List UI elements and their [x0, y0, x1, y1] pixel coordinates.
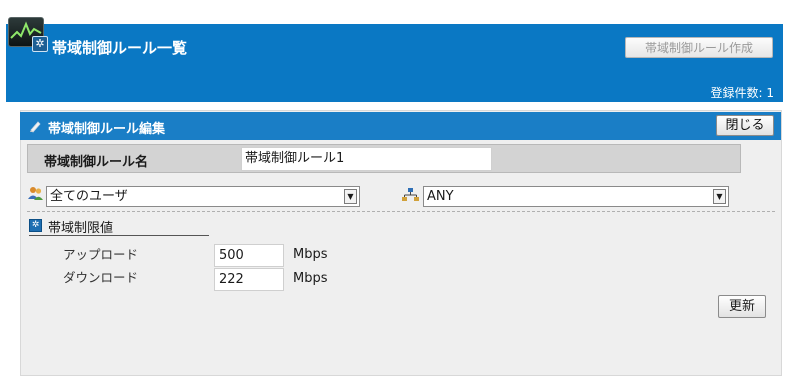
- download-unit: Mbps: [293, 271, 328, 286]
- users-icon: [28, 187, 43, 200]
- bandwidth-limit-label: 帯域制限値: [48, 221, 114, 236]
- upload-unit: Mbps: [293, 247, 328, 262]
- user-select-value: 全てのユーザ: [50, 189, 128, 204]
- network-select-value: ANY: [427, 189, 454, 204]
- record-count: 登録件数: 1: [710, 86, 775, 100]
- rule-name-input[interactable]: 帯域制御ルール1: [241, 147, 492, 171]
- download-label: ダウンロード: [63, 270, 139, 285]
- close-button[interactable]: 閉じる: [716, 115, 774, 136]
- list-header-bar: [6, 24, 783, 102]
- update-button[interactable]: 更新: [718, 295, 766, 318]
- edit-panel-title: 帯域制御ルール編集: [48, 122, 166, 137]
- section-divider: [27, 211, 775, 212]
- page-title: 帯域制御ルール一覧: [52, 39, 188, 57]
- settings-icon: ✲: [32, 36, 48, 52]
- rule-name-label: 帯域制御ルール名: [44, 155, 149, 170]
- upload-input[interactable]: 500: [214, 244, 284, 267]
- network-select[interactable]: ANY ▼: [423, 186, 729, 207]
- dropdown-arrow-icon[interactable]: ▼: [344, 189, 357, 204]
- download-input[interactable]: 222: [214, 268, 284, 291]
- dropdown-arrow-icon[interactable]: ▼: [713, 189, 726, 204]
- network-icon: [402, 188, 419, 201]
- section-underline: [29, 235, 209, 236]
- create-rule-button[interactable]: 帯域制御ルール作成: [625, 37, 773, 58]
- pencil-icon: [30, 121, 41, 133]
- upload-label: アップロード: [63, 247, 139, 262]
- bandwidth-limit-icon: ✲: [29, 219, 42, 232]
- user-select[interactable]: 全てのユーザ ▼: [46, 186, 360, 207]
